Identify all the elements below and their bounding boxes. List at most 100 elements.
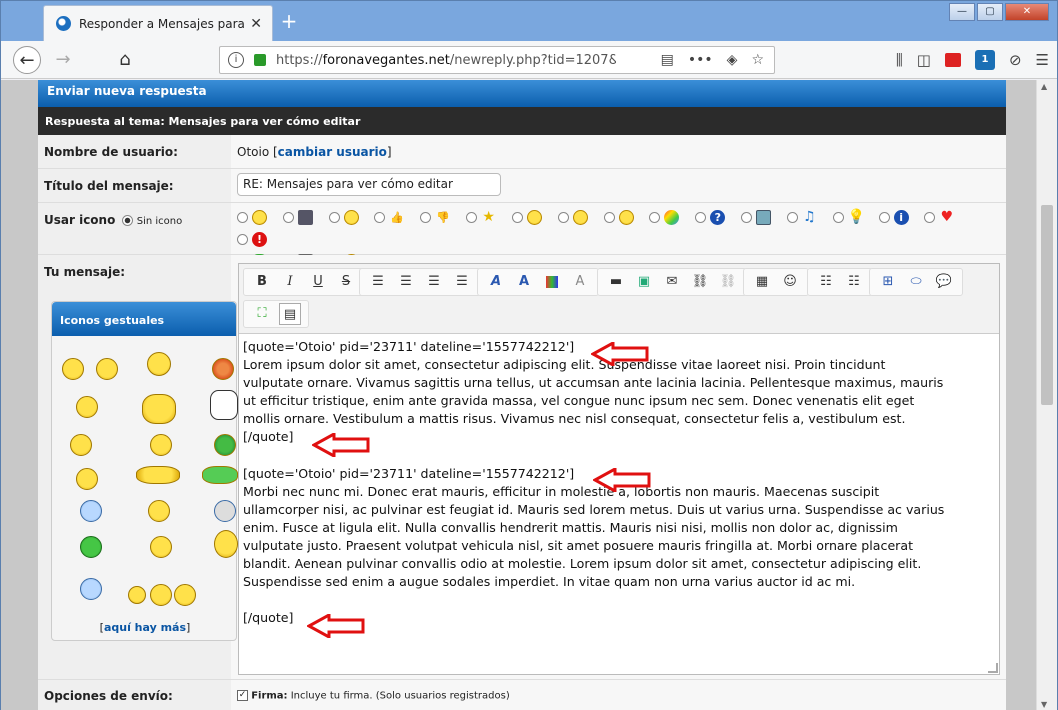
icon-radio[interactable]	[786, 211, 798, 223]
page-actions-icon[interactable]: •••	[688, 52, 713, 68]
privacy-addon-icon[interactable]: ⊘	[1009, 51, 1022, 69]
icon-radio[interactable]	[374, 211, 386, 223]
insert-link-icon[interactable]: ⛓	[689, 271, 711, 293]
sorry-smiley-icon[interactable]	[202, 466, 238, 484]
close-window-button[interactable]: ✕	[1005, 3, 1049, 21]
smiley-icon[interactable]	[80, 578, 102, 600]
page-scrollbar[interactable]: ▲ ▼	[1036, 80, 1057, 710]
thanks-smiley-icon[interactable]	[136, 466, 180, 484]
italic-button[interactable]: I	[279, 271, 301, 293]
icon-radio[interactable]	[603, 211, 615, 223]
icon-radio[interactable]	[832, 211, 844, 223]
forward-button[interactable]: →	[49, 46, 77, 74]
icon-radio[interactable]	[924, 211, 936, 223]
unlink-icon[interactable]: ⛓	[717, 271, 739, 293]
scrollbar-thumb[interactable]	[1041, 205, 1053, 405]
signature-checkbox[interactable]: ✓	[237, 690, 248, 701]
lock-icon[interactable]	[254, 54, 266, 66]
align-right-icon[interactable]: ☰	[423, 271, 445, 293]
icon-radio[interactable]	[649, 211, 661, 223]
emoticon-icon[interactable]: ☺	[779, 271, 801, 293]
pirate-smiley-icon[interactable]	[70, 434, 92, 456]
addon-red-icon[interactable]	[944, 53, 961, 67]
title-input[interactable]: RE: Mensajes para ver cómo editar	[237, 173, 501, 196]
scroll-down-icon[interactable]: ▼	[1041, 700, 1047, 709]
notification-badge[interactable]: 1	[974, 50, 995, 70]
bold-button[interactable]: B	[251, 271, 273, 293]
library-icon[interactable]: ⫼	[896, 51, 903, 69]
maximize-editor-icon[interactable]: ⛶	[251, 303, 273, 325]
icon-radio[interactable]	[878, 211, 890, 223]
no-icon-radio[interactable]	[121, 215, 133, 226]
smiley-icon[interactable]	[214, 500, 236, 522]
captain-smiley-icon[interactable]	[214, 530, 238, 558]
active-tab[interactable]: Responder a Mensajes para ver ✕	[43, 5, 273, 41]
smiley-icon[interactable]	[150, 536, 172, 558]
icon-radio[interactable]	[466, 211, 478, 223]
icon-radio[interactable]	[741, 211, 753, 223]
icon-radio[interactable]	[420, 211, 432, 223]
smiley-icon[interactable]	[212, 358, 234, 380]
source-mode-icon[interactable]: ▤	[279, 303, 301, 325]
insert-group: ▬ ▣ ✉ ⛓ ⛓	[597, 268, 747, 296]
icon-radio[interactable]	[282, 211, 294, 223]
smiley-icon[interactable]	[147, 352, 171, 376]
smiley-icon[interactable]	[174, 584, 196, 606]
align-center-icon[interactable]: ☰	[395, 271, 417, 293]
icon-radio[interactable]	[557, 211, 569, 223]
green-smiley-icon[interactable]	[80, 536, 102, 558]
smiley-icon[interactable]	[76, 468, 98, 490]
strike-button[interactable]: S	[335, 271, 357, 293]
underline-button[interactable]: U	[307, 271, 329, 293]
smiley-icon[interactable]	[150, 434, 172, 456]
close-tab-icon[interactable]: ✕	[250, 16, 262, 32]
horizontal-rule-icon[interactable]: ▬	[605, 271, 627, 293]
font-icon[interactable]: A	[485, 271, 507, 293]
resize-handle[interactable]	[988, 663, 998, 673]
smiley-icon[interactable]	[128, 586, 146, 604]
pocket-icon[interactable]: ◈	[727, 52, 738, 68]
back-button[interactable]: ←	[13, 46, 41, 74]
boat-smiley-icon[interactable]	[148, 500, 170, 522]
smiley-icon[interactable]	[62, 358, 84, 380]
maximize-button[interactable]: ▢	[977, 3, 1003, 21]
url-text[interactable]: https://foronavegantes.net/newreply.php?…	[276, 53, 616, 68]
minimize-button[interactable]: —	[949, 3, 975, 21]
clap-smiley-icon[interactable]	[142, 394, 176, 424]
smiley-icon[interactable]	[96, 358, 118, 380]
code-icon[interactable]: ⊞	[877, 271, 899, 293]
icon-radio[interactable]	[237, 233, 248, 245]
home-button[interactable]: ⌂	[111, 46, 139, 74]
font-size-icon[interactable]: A	[513, 271, 535, 293]
align-left-icon[interactable]: ☰	[367, 271, 389, 293]
bookmark-star-icon[interactable]: ☆	[751, 52, 764, 68]
numbered-list-icon[interactable]: ☷	[843, 271, 865, 293]
color-icon[interactable]	[546, 276, 558, 288]
change-user-link[interactable]: cambiar usuario	[278, 145, 387, 159]
smiley-icon[interactable]	[150, 584, 172, 606]
menu-icon[interactable]: ☰	[1036, 51, 1049, 69]
reader-view-icon[interactable]: ▤	[661, 52, 674, 68]
video-icon[interactable]: ▦	[751, 271, 773, 293]
smiley-icon[interactable]	[76, 396, 98, 418]
smiley-icon[interactable]	[80, 500, 102, 522]
remove-format-icon[interactable]: A	[569, 271, 591, 293]
insert-image-icon[interactable]: ▣	[633, 271, 655, 293]
info-icon[interactable]: i	[228, 52, 244, 68]
scroll-up-icon[interactable]: ▲	[1041, 82, 1047, 91]
smiley-icon[interactable]	[214, 434, 236, 456]
bullet-list-icon[interactable]: ☷	[815, 271, 837, 293]
more-smilies-link[interactable]: aquí hay más	[104, 621, 186, 634]
insert-email-icon[interactable]: ✉	[661, 271, 683, 293]
quote-icon[interactable]: 💬	[933, 271, 955, 293]
sidebar-icon[interactable]: ◫	[917, 51, 931, 69]
new-tab-button[interactable]: +	[279, 9, 299, 33]
icon-radio[interactable]	[695, 211, 707, 223]
icon-radio[interactable]	[328, 211, 340, 223]
swear-smiley-icon[interactable]	[210, 390, 238, 420]
icon-radio[interactable]	[237, 211, 248, 223]
php-icon[interactable]: ⬭	[905, 271, 927, 293]
address-bar[interactable]: i https://foronavegantes.net/newreply.ph…	[219, 46, 775, 74]
icon-radio[interactable]	[511, 211, 523, 223]
justify-icon[interactable]: ☰	[451, 271, 473, 293]
